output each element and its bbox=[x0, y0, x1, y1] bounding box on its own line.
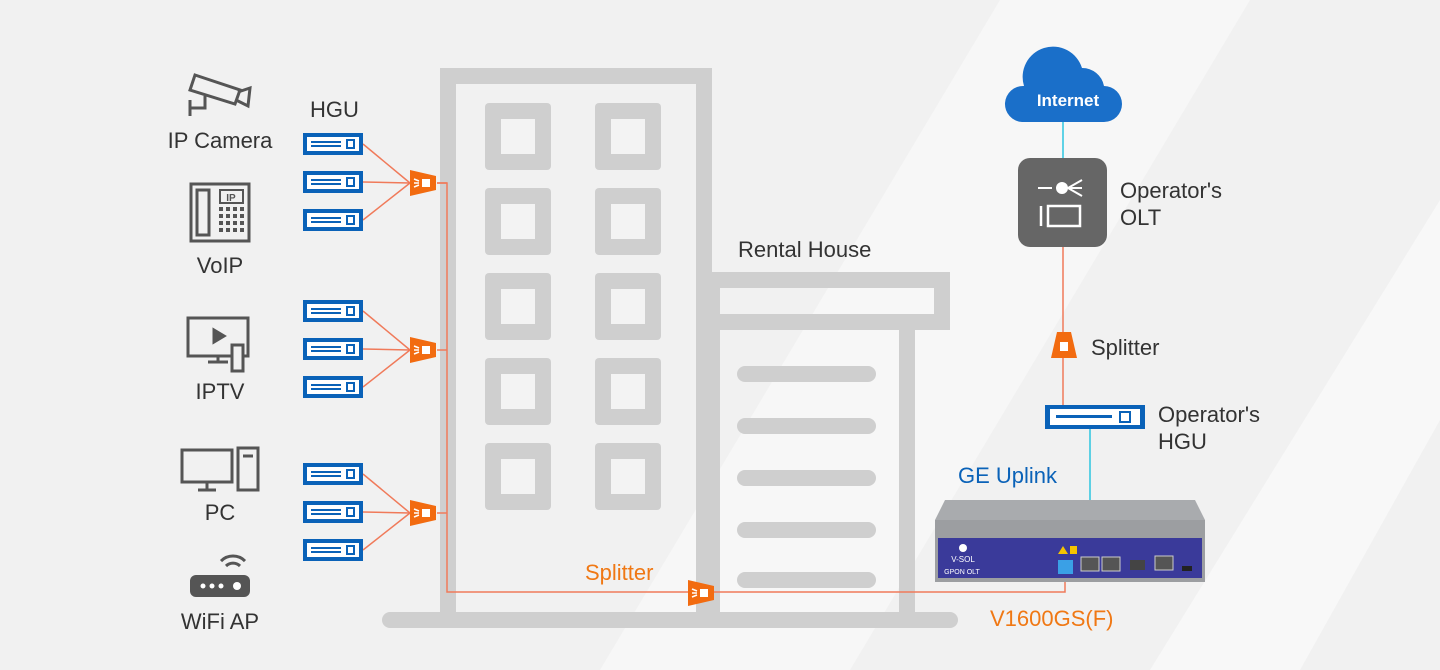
wifi-router-icon bbox=[190, 554, 250, 597]
operator-hgu-label-line1: Operator's bbox=[1158, 402, 1260, 427]
window bbox=[595, 273, 661, 340]
hgu-icon bbox=[302, 500, 364, 524]
hgu-icon bbox=[302, 337, 364, 361]
splitter-icon bbox=[409, 169, 437, 197]
device-label-voip: VoIP bbox=[197, 253, 243, 278]
olt-icon bbox=[1018, 158, 1107, 247]
hgu-icon bbox=[302, 375, 364, 399]
splitter-label: Splitter bbox=[585, 560, 653, 585]
tv-icon bbox=[186, 316, 250, 373]
hgu-icon bbox=[302, 462, 364, 486]
hgu-icon bbox=[302, 170, 364, 194]
hgu-label: HGU bbox=[310, 97, 359, 122]
window bbox=[595, 443, 661, 510]
product-label: V1600GS(F) bbox=[990, 606, 1114, 631]
v1600gs-device: V-SOL GPON OLT bbox=[935, 500, 1205, 582]
network-diagram: Rental House IP Camera IP VoIP IPTV PC W… bbox=[168, 0, 1440, 670]
device-label-ip-camera: IP Camera bbox=[168, 128, 274, 153]
svg-text:V-SOL: V-SOL bbox=[951, 555, 975, 564]
device-label-pc: PC bbox=[205, 500, 236, 525]
operator-splitter-icon bbox=[1051, 332, 1077, 358]
hgu-icon bbox=[302, 132, 364, 156]
pc-icon bbox=[180, 446, 260, 492]
svg-text:GPON OLT: GPON OLT bbox=[944, 569, 980, 576]
svg-text:Internet: Internet bbox=[1037, 91, 1100, 110]
rental-house-label: Rental House bbox=[738, 237, 871, 262]
window bbox=[595, 188, 661, 255]
window bbox=[485, 103, 551, 170]
ge-uplink-label: GE Uplink bbox=[958, 463, 1058, 488]
device-label-wifi-ap: WiFi AP bbox=[181, 609, 259, 634]
hgu-icon bbox=[302, 299, 364, 323]
camera-icon bbox=[188, 73, 252, 116]
splitter-icon bbox=[409, 499, 437, 527]
device-label-iptv: IPTV bbox=[196, 379, 245, 404]
window bbox=[595, 103, 661, 170]
ip-phone-icon: IP bbox=[189, 182, 251, 243]
hgu-icon bbox=[302, 208, 364, 232]
window bbox=[485, 273, 551, 340]
window bbox=[485, 188, 551, 255]
window bbox=[485, 358, 551, 425]
building-windows bbox=[485, 103, 661, 510]
window bbox=[595, 358, 661, 425]
hgu-groups bbox=[302, 132, 447, 562]
hgu-icon bbox=[302, 538, 364, 562]
window bbox=[485, 443, 551, 510]
olt-label-line2: OLT bbox=[1120, 205, 1161, 230]
svg-text:IP: IP bbox=[226, 193, 236, 204]
operator-hgu-icon bbox=[1045, 405, 1145, 429]
operator-splitter-label: Splitter bbox=[1091, 335, 1159, 360]
splitter-icon bbox=[409, 336, 437, 364]
olt-label-line1: Operator's bbox=[1120, 178, 1222, 203]
operator-hgu-label-line2: HGU bbox=[1158, 429, 1207, 454]
